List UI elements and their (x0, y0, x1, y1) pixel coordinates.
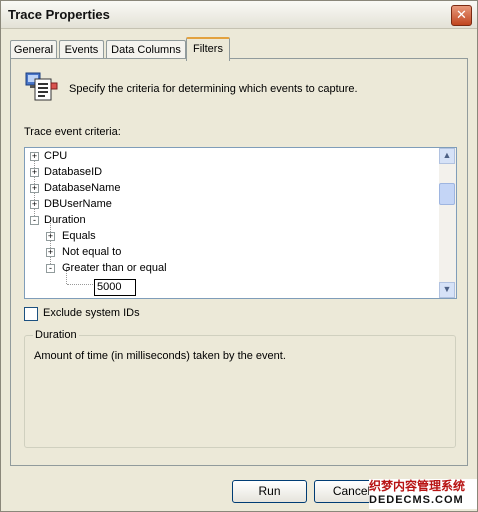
scrollbar-thumb[interactable] (439, 183, 455, 205)
tree-item-not-equal-to[interactable]: + Not equal to (25, 244, 435, 260)
collapse-icon[interactable]: - (30, 216, 39, 225)
filters-intro-text: Specify the criteria for determining whi… (69, 83, 358, 95)
description-group-title: Duration (33, 329, 79, 341)
window-title: Trace Properties (8, 7, 110, 22)
tab-general[interactable]: General (10, 40, 57, 59)
tree-item-dbusername[interactable]: + DBUserName (25, 196, 435, 212)
tree-item-label: DBUserName (44, 198, 112, 210)
expand-icon[interactable]: + (30, 168, 39, 177)
tree-item-cpu[interactable]: + CPU (25, 148, 435, 164)
close-icon: ✕ (456, 7, 467, 22)
criteria-tree[interactable]: + CPU + DatabaseID + DatabaseName + DBUs… (24, 147, 457, 299)
watermark-line2: DEDECMS.COM (369, 494, 464, 506)
tab-events[interactable]: Events (59, 40, 104, 59)
tree-item-databaseid[interactable]: + DatabaseID (25, 164, 435, 180)
expand-icon[interactable]: + (30, 152, 39, 161)
tree-line (67, 284, 93, 285)
expand-icon[interactable]: + (46, 232, 55, 241)
tree-item-label: Equals (62, 230, 96, 242)
filter-document-icon (25, 71, 59, 103)
tab-data-columns[interactable]: Data Columns (106, 40, 186, 59)
expand-icon[interactable]: + (30, 200, 39, 209)
close-button[interactable]: ✕ (451, 5, 472, 26)
exclude-system-ids-label: Exclude system IDs (43, 307, 140, 319)
tab-filters[interactable]: Filters (186, 37, 230, 61)
tree-scrollbar[interactable]: ▲ ▼ (439, 148, 456, 298)
exclude-system-ids-checkbox[interactable] (24, 307, 38, 321)
tree-item-duration[interactable]: - Duration (25, 212, 435, 228)
scroll-down-button[interactable]: ▼ (439, 282, 455, 298)
tree-item-greater-than-or-equal[interactable]: - Greater than or equal (25, 260, 435, 276)
scroll-up-button[interactable]: ▲ (439, 148, 455, 164)
tree-item-label: Greater than or equal (62, 262, 167, 274)
trace-properties-dialog: Trace Properties ✕ General Events Data C… (0, 0, 478, 512)
watermark-logo: 织梦内容管理系统 DEDECMS.COM (369, 479, 477, 509)
tree-item-databasename[interactable]: + DatabaseName (25, 180, 435, 196)
chevron-up-icon: ▲ (442, 150, 452, 160)
tree-item-label: Not equal to (62, 246, 122, 258)
tree-item-label: DatabaseID (44, 166, 103, 178)
watermark-line1: 织梦内容管理系统 (369, 479, 466, 493)
chevron-down-icon: ▼ (442, 284, 452, 294)
expand-icon[interactable]: + (30, 184, 39, 193)
description-text: Amount of time (in milliseconds) taken b… (34, 350, 286, 362)
filters-panel: Specify the criteria for determining whi… (10, 58, 468, 466)
tree-item-equals[interactable]: + Equals (25, 228, 435, 244)
expand-icon[interactable]: + (46, 248, 55, 257)
collapse-icon[interactable]: - (46, 264, 55, 273)
tree-item-label: Duration (44, 214, 86, 226)
title-bar[interactable]: Trace Properties ✕ (1, 1, 477, 29)
description-group: Duration Amount of time (in milliseconds… (24, 329, 456, 448)
criteria-value-input[interactable]: 5000 (94, 279, 136, 296)
tree-item-label: CPU (44, 150, 68, 162)
tree-item-label: DatabaseName (44, 182, 121, 194)
trace-event-criteria-label: Trace event criteria: (24, 126, 121, 138)
run-button[interactable]: Run (232, 480, 307, 503)
